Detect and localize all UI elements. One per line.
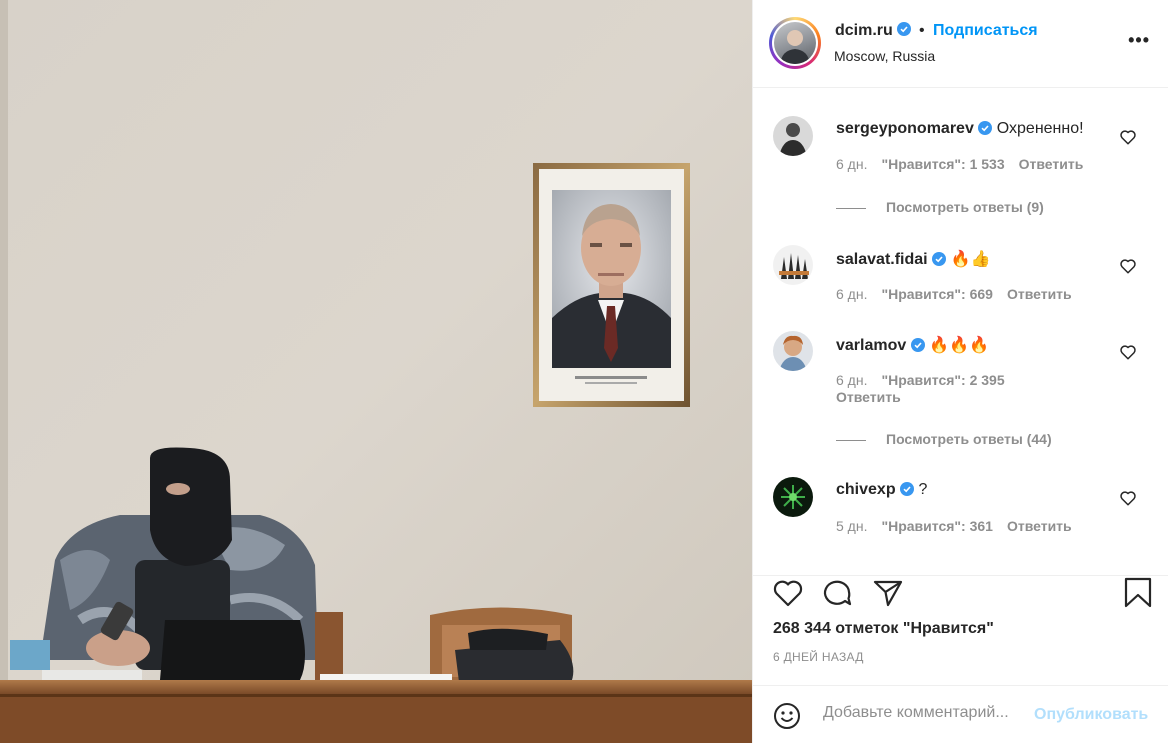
reply-button[interactable]: Ответить [836, 389, 901, 405]
comment-username[interactable]: sergeyponomarev [836, 120, 974, 137]
table [0, 680, 752, 694]
smiley-icon[interactable] [773, 702, 801, 730]
verified-badge-icon [900, 482, 915, 496]
view-replies-label: Посмотреть ответы (44) [886, 431, 1052, 447]
reply-button[interactable]: Ответить [1007, 286, 1072, 302]
view-replies-label: Посмотреть ответы (9) [886, 199, 1044, 215]
photo-scene [0, 0, 752, 743]
commenter-avatar[interactable] [773, 245, 813, 285]
view-replies-button[interactable]: Посмотреть ответы (44) [836, 431, 1052, 447]
author-username[interactable]: dcim.ru [835, 22, 893, 40]
verified-badge-icon [978, 121, 993, 135]
comment-username[interactable]: chivexp [836, 481, 896, 498]
comment-likes[interactable]: "Нравится": 1 533 [881, 156, 1004, 172]
comment-time[interactable]: 6 дн. [836, 286, 867, 302]
separator-dot: • [919, 22, 925, 39]
paper-plane-icon[interactable] [871, 576, 905, 610]
comment-icon[interactable] [821, 576, 855, 610]
comments-list[interactable]: sergeyponomarev Охрененно! 6 дн. "Нравитс… [753, 88, 1168, 576]
more-options-icon[interactable]: ••• [1128, 30, 1150, 51]
comment-likes[interactable]: "Нравится": 361 [881, 518, 992, 534]
publish-button[interactable]: Опубликовать [1034, 706, 1148, 724]
commenter-avatar[interactable] [773, 116, 813, 156]
post-photo[interactable] [0, 0, 752, 743]
comment-input[interactable] [823, 704, 1029, 722]
bookmark-icon[interactable] [1121, 576, 1155, 610]
post-actions [753, 576, 1168, 624]
comment-text: ? [918, 481, 928, 498]
verified-badge-icon [897, 22, 911, 36]
comment-time[interactable]: 6 дн. [836, 372, 867, 388]
comment-time[interactable]: 5 дн. [836, 518, 867, 534]
add-comment-bar: Опубликовать [753, 685, 1168, 744]
heart-icon[interactable] [1119, 489, 1137, 507]
likes-count[interactable]: 268 344 отметок "Нравится" [773, 620, 994, 638]
heart-icon[interactable] [1119, 343, 1137, 361]
post-header: dcim.ru • Подписаться Moscow, Russia ••• [753, 0, 1168, 88]
commenter-avatar[interactable] [773, 331, 813, 371]
comment-text: 🔥🔥🔥 [929, 337, 989, 354]
post-location[interactable]: Moscow, Russia [834, 48, 935, 64]
comment-username[interactable]: varlamov [836, 337, 906, 354]
verified-badge-icon [932, 252, 947, 266]
heart-icon[interactable] [1119, 128, 1137, 146]
view-replies-button[interactable]: Посмотреть ответы (9) [836, 199, 1044, 215]
comment-text: Охрененно! [996, 120, 1084, 137]
comment-likes[interactable]: "Нравится": 669 [881, 286, 992, 302]
comment-text: 🔥👍 [950, 251, 991, 268]
comment-time[interactable]: 6 дн. [836, 156, 867, 172]
verified-badge-icon [910, 338, 925, 352]
post-timestamp[interactable]: 6 ДНЕЙ НАЗАД [773, 650, 864, 664]
comment-username[interactable]: salavat.fidai [836, 251, 928, 268]
reply-button[interactable]: Ответить [1007, 518, 1072, 534]
heart-icon[interactable] [1119, 257, 1137, 275]
author-avatar[interactable] [769, 17, 821, 69]
follow-button[interactable]: Подписаться [933, 22, 1038, 40]
post-side-panel: dcim.ru • Подписаться Moscow, Russia •••… [752, 0, 1168, 743]
commenter-avatar[interactable] [773, 477, 813, 517]
portrait-frame [533, 163, 690, 407]
heart-icon[interactable] [771, 576, 805, 610]
comment-likes[interactable]: "Нравится": 2 395 [881, 372, 1004, 388]
reply-button[interactable]: Ответить [1019, 156, 1084, 172]
